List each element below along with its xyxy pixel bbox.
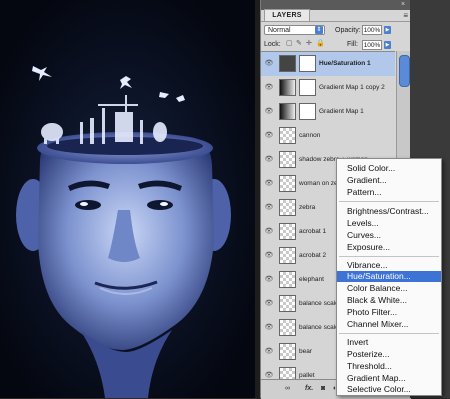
layer-name: bear [299, 348, 313, 355]
fill-slider-button[interactable]: ▶ [384, 41, 391, 49]
menu-item-threshold[interactable]: Threshold... [337, 361, 441, 372]
eye-icon[interactable]: 👁 [264, 155, 274, 164]
eye-icon[interactable]: 👁 [264, 251, 274, 260]
layer-name: acrobat 1 [299, 228, 327, 235]
eye-icon[interactable]: 👁 [264, 59, 274, 68]
menu-item-vibrance[interactable]: Vibrance... [337, 260, 441, 271]
lock-all-icon[interactable]: 🔒 [316, 40, 325, 47]
chevron-down-icon: ⇕ [315, 26, 323, 34]
close-icon[interactable]: × [401, 1, 408, 8]
layer-name: Gradient Map 1 [319, 108, 364, 115]
layer-name: acrobat 2 [299, 252, 327, 259]
layer-name: pallet [299, 372, 315, 379]
menu-item-solid-color[interactable]: Solid Color... [337, 163, 441, 174]
eye-icon[interactable]: 👁 [264, 275, 274, 284]
menu-item-selective-color[interactable]: Selective Color... [337, 384, 441, 395]
blend-mode-select[interactable]: Normal ⇕ [264, 25, 325, 35]
menu-item-posterize[interactable]: Posterize... [337, 349, 441, 360]
eye-icon[interactable]: 👁 [264, 179, 274, 188]
adjustment-layer-menu: Solid Color... Gradient... Pattern... Br… [336, 158, 442, 396]
mask-thumbnail[interactable] [299, 55, 316, 72]
layer-name: balance scale [299, 324, 339, 331]
eye-icon[interactable]: 👁 [264, 371, 274, 379]
blend-mode-value: Normal [268, 27, 291, 34]
layer-name: elephant [299, 276, 324, 283]
adjustment-thumbnail [279, 79, 296, 96]
eye-icon[interactable]: 👁 [264, 203, 274, 212]
eye-icon[interactable]: 👁 [264, 107, 274, 116]
layer-thumbnail [279, 319, 296, 336]
menu-item-brightness-contrast[interactable]: Brightness/Contrast... [337, 206, 441, 217]
layer-row[interactable]: 👁 cannon [261, 124, 395, 149]
menu-item-exposure[interactable]: Exposure... [337, 242, 441, 253]
menu-item-gradient[interactable]: Gradient... [337, 175, 441, 186]
menu-item-gradient-map[interactable]: Gradient Map... [337, 373, 441, 384]
layer-thumbnail [279, 271, 296, 288]
layer-thumbnail [279, 367, 296, 379]
add-mask-icon[interactable]: ◙ [321, 384, 325, 394]
link-layers-icon[interactable]: ∞ [285, 384, 290, 394]
layer-thumbnail [279, 151, 296, 168]
fill-label: Fill: [347, 41, 358, 48]
tab-divider [261, 21, 411, 22]
layer-name: balance scale [299, 300, 339, 307]
menu-item-levels[interactable]: Levels... [337, 218, 441, 229]
menu-item-color-balance[interactable]: Color Balance... [337, 283, 441, 294]
lock-transparency-icon[interactable]: ▢ [286, 40, 293, 47]
eye-icon[interactable]: 👁 [264, 131, 274, 140]
layer-name: zebra [299, 204, 316, 211]
lock-label: Lock: [264, 41, 281, 48]
menu-item-hue-saturation[interactable]: Hue/Saturation... [337, 271, 441, 282]
layer-row[interactable]: 👁 Gradient Map 1 [261, 100, 395, 125]
lock-pixels-icon[interactable]: ✎ [296, 40, 302, 47]
adjustment-thumbnail [279, 55, 296, 72]
layer-style-button[interactable]: fx. [305, 384, 313, 394]
eye-icon[interactable]: 👁 [264, 323, 274, 332]
document-canvas[interactable] [0, 0, 255, 398]
layer-thumbnail [279, 199, 296, 216]
layer-row[interactable]: 👁 Hue/Saturation 1 [261, 52, 395, 77]
panel-menu-icon[interactable]: ≡ [403, 11, 408, 20]
layer-name: Gradient Map 1 copy 2 [319, 84, 385, 91]
eye-icon[interactable]: 👁 [264, 347, 274, 356]
menu-item-pattern[interactable]: Pattern... [337, 187, 441, 198]
layer-thumbnail [279, 127, 296, 144]
menu-separator [339, 201, 439, 202]
eye-icon[interactable]: 👁 [264, 83, 274, 92]
layer-name: cannon [299, 132, 321, 139]
layer-thumbnail [279, 295, 296, 312]
opacity-label: Opacity: [335, 27, 361, 34]
eye-icon[interactable]: 👁 [264, 227, 274, 236]
menu-separator [339, 256, 439, 257]
opacity-slider-button[interactable]: ▶ [384, 26, 391, 34]
layer-name: Hue/Saturation 1 [319, 60, 371, 67]
adjustment-thumbnail [279, 103, 296, 120]
layer-thumbnail [279, 175, 296, 192]
scrollbar-thumb[interactable] [399, 55, 410, 87]
layer-row[interactable]: 👁 Gradient Map 1 copy 2 [261, 76, 395, 101]
menu-item-black-white[interactable]: Black & White... [337, 295, 441, 306]
lock-position-icon[interactable]: ✛ [306, 40, 312, 47]
menu-item-photo-filter[interactable]: Photo Filter... [337, 307, 441, 318]
mask-thumbnail[interactable] [299, 103, 316, 120]
menu-item-invert[interactable]: Invert [337, 337, 441, 348]
artwork-image [16, 66, 231, 398]
layer-thumbnail [279, 247, 296, 264]
menu-item-curves[interactable]: Curves... [337, 230, 441, 241]
layer-thumbnail [279, 223, 296, 240]
menu-item-channel-mixer[interactable]: Channel Mixer... [337, 319, 441, 330]
opacity-input[interactable]: 100% [362, 25, 382, 35]
eye-icon[interactable]: 👁 [264, 299, 274, 308]
mask-thumbnail[interactable] [299, 79, 316, 96]
layer-thumbnail [279, 343, 296, 360]
menu-separator [339, 333, 439, 334]
fill-input[interactable]: 100% [362, 40, 382, 50]
